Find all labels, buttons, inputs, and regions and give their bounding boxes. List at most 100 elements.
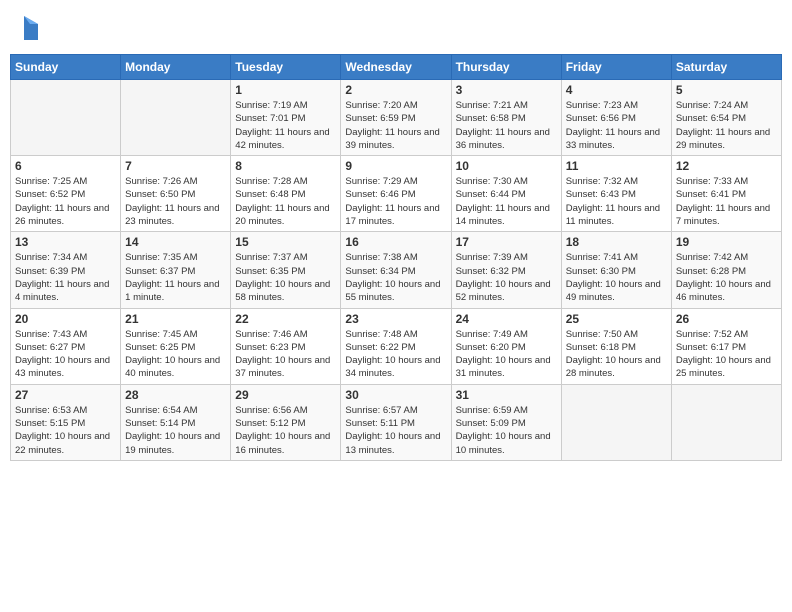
calendar-table: SundayMondayTuesdayWednesdayThursdayFrid… — [10, 54, 782, 461]
day-info: Sunrise: 7:52 AM Sunset: 6:17 PM Dayligh… — [676, 328, 777, 381]
day-info: Sunrise: 7:25 AM Sunset: 6:52 PM Dayligh… — [15, 175, 116, 228]
calendar-cell: 8 Sunrise: 7:28 AM Sunset: 6:48 PM Daylig… — [231, 156, 341, 232]
day-number: 17 — [456, 235, 557, 249]
calendar-cell: 16Sunrise: 7:38 AM Sunset: 6:34 PM Dayli… — [341, 232, 451, 308]
day-number: 10 — [456, 159, 557, 173]
calendar-cell: 13Sunrise: 7:34 AM Sunset: 6:39 PM Dayli… — [11, 232, 121, 308]
day-number: 14 — [125, 235, 226, 249]
calendar-cell: 5 Sunrise: 7:24 AM Sunset: 6:54 PM Daylig… — [671, 80, 781, 156]
day-info: Sunrise: 6:54 AM Sunset: 5:14 PM Dayligh… — [125, 404, 226, 457]
day-number: 24 — [456, 312, 557, 326]
weekday-header: Monday — [121, 55, 231, 80]
day-number: 2 — [345, 83, 446, 97]
day-info: Sunrise: 7:19 AM Sunset: 7:01 PM Dayligh… — [235, 99, 336, 152]
calendar-cell: 14 Sunrise: 7:35 AM Sunset: 6:37 PM Dayli… — [121, 232, 231, 308]
calendar-cell: 21 Sunrise: 7:45 AM Sunset: 6:25 PM Dayli… — [121, 308, 231, 384]
day-number: 7 — [125, 159, 226, 173]
day-info: Sunrise: 7:20 AM Sunset: 6:59 PM Dayligh… — [345, 99, 446, 152]
day-number: 5 — [676, 83, 777, 97]
day-number: 18 — [566, 235, 667, 249]
day-number: 22 — [235, 312, 336, 326]
day-number: 11 — [566, 159, 667, 173]
day-info: Sunrise: 7:28 AM Sunset: 6:48 PM Dayligh… — [235, 175, 336, 228]
day-info: Sunrise: 7:43 AM Sunset: 6:27 PM Dayligh… — [15, 328, 116, 381]
day-info: Sunrise: 7:49 AM Sunset: 6:20 PM Dayligh… — [456, 328, 557, 381]
calendar-cell: 31 Sunrise: 6:59 AM Sunset: 5:09 PM Dayli… — [451, 384, 561, 460]
day-number: 30 — [345, 388, 446, 402]
day-number: 8 — [235, 159, 336, 173]
day-number: 1 — [235, 83, 336, 97]
weekday-header: Friday — [561, 55, 671, 80]
day-info: Sunrise: 6:53 AM Sunset: 5:15 PM Dayligh… — [15, 404, 116, 457]
day-number: 9 — [345, 159, 446, 173]
calendar-cell — [671, 384, 781, 460]
calendar-cell: 27 Sunrise: 6:53 AM Sunset: 5:15 PM Dayli… — [11, 384, 121, 460]
calendar-cell: 11 Sunrise: 7:32 AM Sunset: 6:43 PM Dayli… — [561, 156, 671, 232]
calendar-cell: 26 Sunrise: 7:52 AM Sunset: 6:17 PM Dayli… — [671, 308, 781, 384]
calendar-week-row: 13Sunrise: 7:34 AM Sunset: 6:39 PM Dayli… — [11, 232, 782, 308]
calendar-cell: 18 Sunrise: 7:41 AM Sunset: 6:30 PM Dayli… — [561, 232, 671, 308]
day-number: 29 — [235, 388, 336, 402]
day-info: Sunrise: 6:56 AM Sunset: 5:12 PM Dayligh… — [235, 404, 336, 457]
day-info: Sunrise: 7:32 AM Sunset: 6:43 PM Dayligh… — [566, 175, 667, 228]
day-number: 16 — [345, 235, 446, 249]
day-number: 6 — [15, 159, 116, 173]
day-info: Sunrise: 7:30 AM Sunset: 6:44 PM Dayligh… — [456, 175, 557, 228]
day-info: Sunrise: 7:35 AM Sunset: 6:37 PM Dayligh… — [125, 251, 226, 304]
day-number: 23 — [345, 312, 446, 326]
day-info: Sunrise: 7:39 AM Sunset: 6:32 PM Dayligh… — [456, 251, 557, 304]
weekday-header: Saturday — [671, 55, 781, 80]
calendar-cell: 20 Sunrise: 7:43 AM Sunset: 6:27 PM Dayli… — [11, 308, 121, 384]
weekday-header: Tuesday — [231, 55, 341, 80]
day-info: Sunrise: 6:59 AM Sunset: 5:09 PM Dayligh… — [456, 404, 557, 457]
day-number: 13 — [15, 235, 116, 249]
day-number: 31 — [456, 388, 557, 402]
calendar-cell: 15 Sunrise: 7:37 AM Sunset: 6:35 PM Dayli… — [231, 232, 341, 308]
calendar-cell: 9 Sunrise: 7:29 AM Sunset: 6:46 PM Daylig… — [341, 156, 451, 232]
day-number: 12 — [676, 159, 777, 173]
calendar-cell: 23 Sunrise: 7:48 AM Sunset: 6:22 PM Dayli… — [341, 308, 451, 384]
day-info: Sunrise: 7:42 AM Sunset: 6:28 PM Dayligh… — [676, 251, 777, 304]
day-number: 25 — [566, 312, 667, 326]
logo-icon — [20, 14, 40, 42]
calendar-cell: 19 Sunrise: 7:42 AM Sunset: 6:28 PM Dayli… — [671, 232, 781, 308]
day-info: Sunrise: 7:21 AM Sunset: 6:58 PM Dayligh… — [456, 99, 557, 152]
calendar-cell: 1 Sunrise: 7:19 AM Sunset: 7:01 PM Daylig… — [231, 80, 341, 156]
day-number: 26 — [676, 312, 777, 326]
calendar-cell: 6 Sunrise: 7:25 AM Sunset: 6:52 PM Daylig… — [11, 156, 121, 232]
calendar-cell — [11, 80, 121, 156]
day-info: Sunrise: 6:57 AM Sunset: 5:11 PM Dayligh… — [345, 404, 446, 457]
calendar-cell: 24 Sunrise: 7:49 AM Sunset: 6:20 PM Dayli… — [451, 308, 561, 384]
calendar-cell: 17 Sunrise: 7:39 AM Sunset: 6:32 PM Dayli… — [451, 232, 561, 308]
weekday-header: Thursday — [451, 55, 561, 80]
calendar-cell: 22 Sunrise: 7:46 AM Sunset: 6:23 PM Dayli… — [231, 308, 341, 384]
day-info: Sunrise: 7:45 AM Sunset: 6:25 PM Dayligh… — [125, 328, 226, 381]
page-header — [10, 10, 782, 46]
calendar-cell — [121, 80, 231, 156]
day-info: Sunrise: 7:33 AM Sunset: 6:41 PM Dayligh… — [676, 175, 777, 228]
day-number: 15 — [235, 235, 336, 249]
day-info: Sunrise: 7:41 AM Sunset: 6:30 PM Dayligh… — [566, 251, 667, 304]
calendar-cell: 2 Sunrise: 7:20 AM Sunset: 6:59 PM Daylig… — [341, 80, 451, 156]
day-info: Sunrise: 7:46 AM Sunset: 6:23 PM Dayligh… — [235, 328, 336, 381]
calendar-cell — [561, 384, 671, 460]
calendar-cell: 28 Sunrise: 6:54 AM Sunset: 5:14 PM Dayli… — [121, 384, 231, 460]
day-number: 28 — [125, 388, 226, 402]
day-number: 21 — [125, 312, 226, 326]
day-info: Sunrise: 7:37 AM Sunset: 6:35 PM Dayligh… — [235, 251, 336, 304]
calendar-cell: 29 Sunrise: 6:56 AM Sunset: 5:12 PM Dayli… — [231, 384, 341, 460]
day-info: Sunrise: 7:48 AM Sunset: 6:22 PM Dayligh… — [345, 328, 446, 381]
day-info: Sunrise: 7:26 AM Sunset: 6:50 PM Dayligh… — [125, 175, 226, 228]
day-info: Sunrise: 7:23 AM Sunset: 6:56 PM Dayligh… — [566, 99, 667, 152]
calendar-week-row: 20 Sunrise: 7:43 AM Sunset: 6:27 PM Dayli… — [11, 308, 782, 384]
logo — [18, 14, 40, 42]
day-info: Sunrise: 7:24 AM Sunset: 6:54 PM Dayligh… — [676, 99, 777, 152]
day-number: 20 — [15, 312, 116, 326]
day-info: Sunrise: 7:29 AM Sunset: 6:46 PM Dayligh… — [345, 175, 446, 228]
calendar-cell: 30 Sunrise: 6:57 AM Sunset: 5:11 PM Dayli… — [341, 384, 451, 460]
day-number: 19 — [676, 235, 777, 249]
calendar-cell: 4Sunrise: 7:23 AM Sunset: 6:56 PM Daylig… — [561, 80, 671, 156]
calendar-week-row: 6 Sunrise: 7:25 AM Sunset: 6:52 PM Daylig… — [11, 156, 782, 232]
day-number: 27 — [15, 388, 116, 402]
calendar-cell: 12 Sunrise: 7:33 AM Sunset: 6:41 PM Dayli… — [671, 156, 781, 232]
